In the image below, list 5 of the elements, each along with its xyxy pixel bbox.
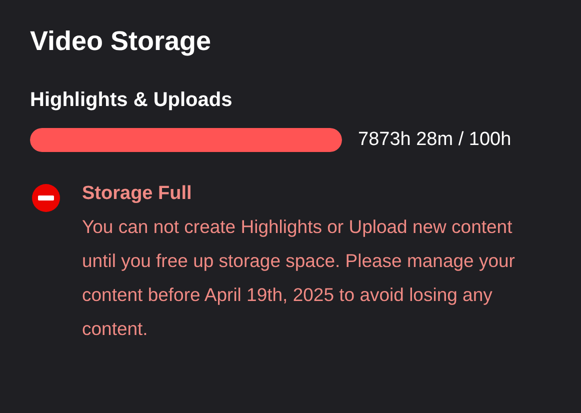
- storage-label: Highlights & Uploads: [30, 88, 234, 113]
- alert-title: Storage Full: [82, 182, 193, 206]
- section-title: Video Storage: [30, 25, 212, 58]
- alert-message: You can not create Highlights or Upload new content until you free up storage space. Please manage your content before April 19th, 2025 to avoid losing any content.: [82, 215, 516, 341]
- storage-reading: 7873h 28m / 100h: [358, 128, 512, 152]
